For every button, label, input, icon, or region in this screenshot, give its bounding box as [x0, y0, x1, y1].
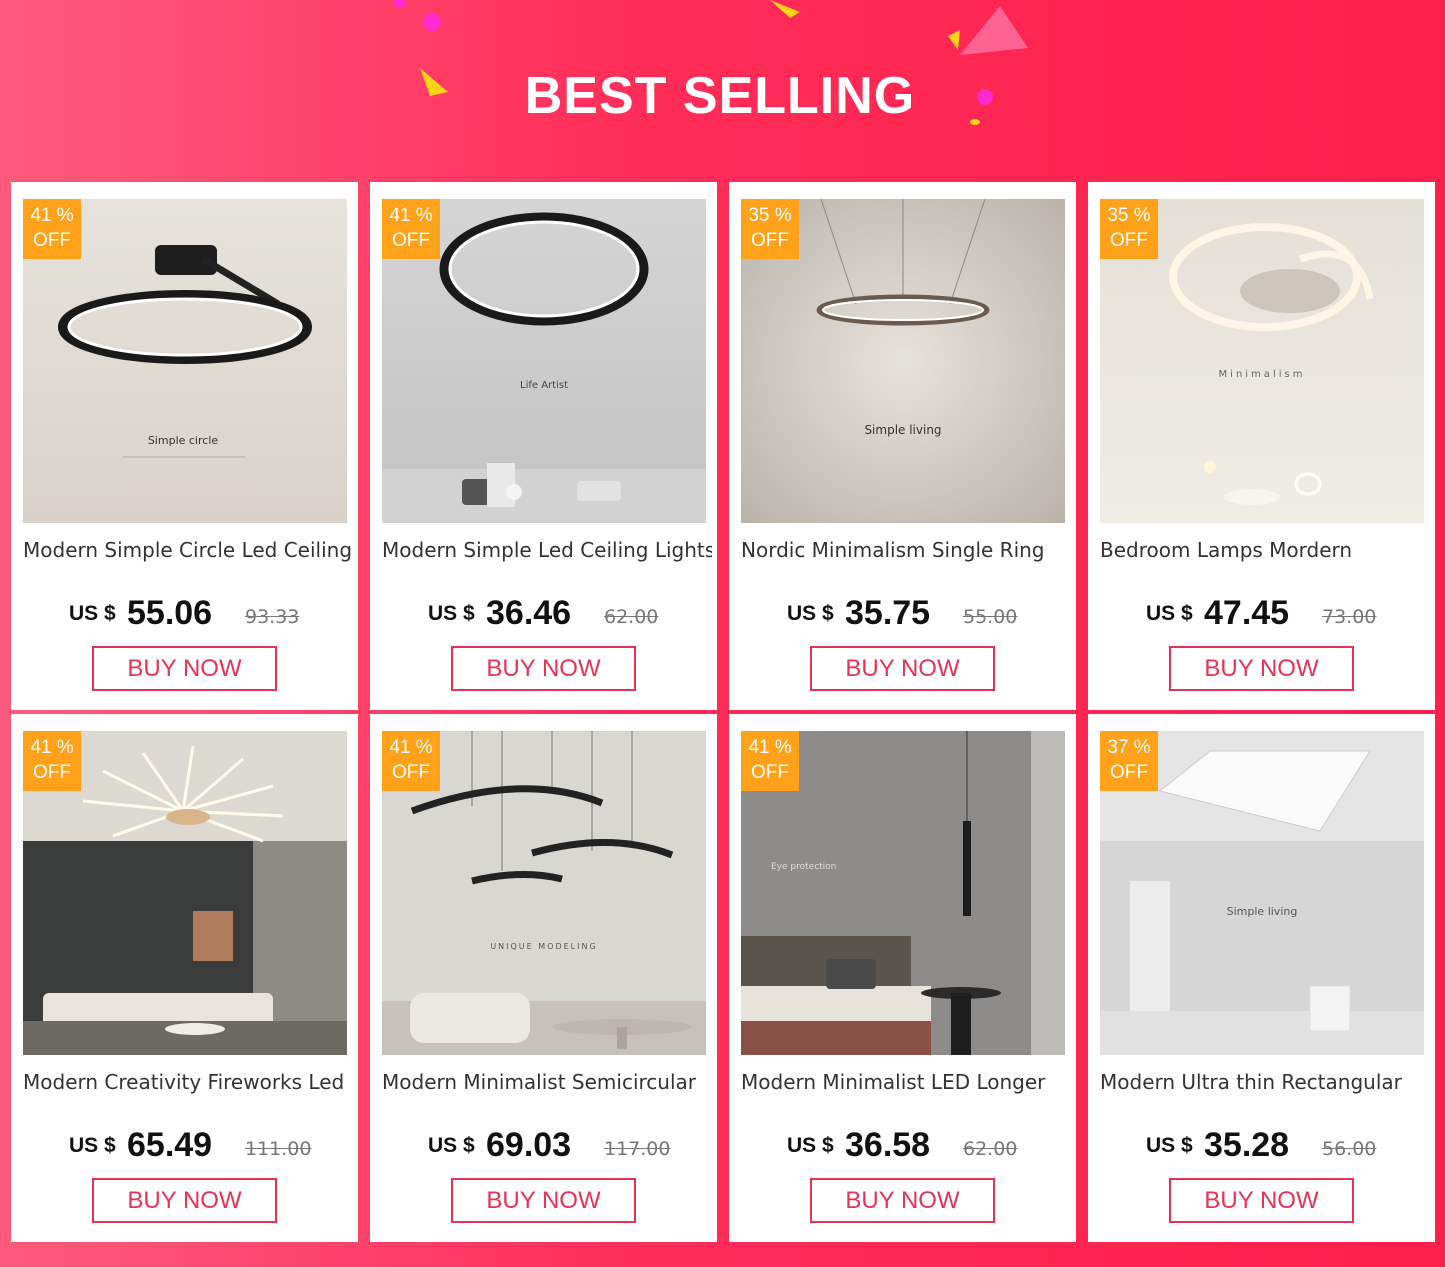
product-card[interactable]: Simple living 35 % OFF Nordic Minimalism … [729, 182, 1076, 710]
current-price: 65.49 [127, 1126, 213, 1164]
current-price: 35.75 [845, 594, 931, 632]
currency-label: US $ [69, 602, 116, 625]
price-row: US $ 55.06 93.33 [11, 594, 358, 634]
current-price: 47.45 [1204, 594, 1290, 632]
buy-now-button[interactable]: BUY NOW [1169, 646, 1354, 691]
product-name[interactable]: Modern Simple Led Ceiling Lights [382, 538, 712, 562]
discount-badge: 37 % OFF [1100, 731, 1158, 791]
image-caption: Simple circle [148, 434, 219, 447]
original-price: 62.00 [963, 1138, 1018, 1160]
currency-label: US $ [787, 602, 834, 625]
product-name[interactable]: Bedroom Lamps Mordern [1100, 538, 1430, 562]
product-card[interactable]: 41 % OFF Modern Creativity Fireworks Led … [11, 714, 358, 1242]
product-card[interactable]: Life Artist 41 % OFF Modern Simple Led Ce… [370, 182, 717, 710]
original-price: 62.00 [604, 606, 659, 628]
discount-badge: 41 % OFF [382, 199, 440, 259]
price-row: US $ 47.45 73.00 [1088, 594, 1435, 634]
buy-now-button[interactable]: BUY NOW [1169, 1178, 1354, 1223]
price-row: US $ 65.49 111.00 [11, 1126, 358, 1166]
product-card[interactable]: UNIQUE MODELING 41 % OFF Modern Minimalis… [370, 714, 717, 1242]
product-card[interactable]: Eye protection 41 % OFF Modern Minimalist… [729, 714, 1076, 1242]
price-row: US $ 35.75 55.00 [729, 594, 1076, 634]
discount-badge: 41 % OFF [382, 731, 440, 791]
current-price: 36.46 [486, 594, 572, 632]
product-name[interactable]: Modern Minimalist Semicircular [382, 1070, 712, 1094]
currency-label: US $ [428, 602, 475, 625]
product-name[interactable]: Nordic Minimalism Single Ring [741, 538, 1071, 562]
current-price: 69.03 [486, 1126, 572, 1164]
currency-label: US $ [428, 1134, 475, 1157]
image-caption: Life Artist [520, 380, 568, 391]
original-price: 55.00 [963, 606, 1018, 628]
original-price: 111.00 [245, 1138, 312, 1160]
discount-badge: 41 % OFF [23, 199, 81, 259]
original-price: 73.00 [1322, 606, 1377, 628]
price-row: US $ 36.58 62.00 [729, 1126, 1076, 1166]
product-name[interactable]: Modern Simple Circle Led Ceiling [23, 538, 353, 562]
price-row: US $ 35.28 56.00 [1088, 1126, 1435, 1166]
currency-label: US $ [1146, 602, 1193, 625]
product-card[interactable]: Simple living 37 % OFF Modern Ultra thin … [1088, 714, 1435, 1242]
currency-label: US $ [1146, 1134, 1193, 1157]
image-caption: Simple living [864, 423, 941, 437]
price-row: US $ 69.03 117.00 [370, 1126, 717, 1166]
product-name[interactable]: Modern Ultra thin Rectangular [1100, 1070, 1430, 1094]
discount-badge: 35 % OFF [741, 199, 799, 259]
product-name[interactable]: Modern Creativity Fireworks Led [23, 1070, 353, 1094]
original-price: 117.00 [604, 1138, 671, 1160]
banner-title: BEST SELLING [524, 67, 916, 125]
product-card[interactable]: Minimalism 35 % OFF Bedroom Lamps Mordern… [1088, 182, 1435, 710]
image-caption: Eye protection [771, 862, 836, 872]
buy-now-button[interactable]: BUY NOW [810, 1178, 995, 1223]
currency-label: US $ [69, 1134, 116, 1157]
buy-now-button[interactable]: BUY NOW [92, 646, 277, 691]
image-caption: UNIQUE MODELING [490, 942, 597, 951]
original-price: 56.00 [1322, 1138, 1377, 1160]
buy-now-button[interactable]: BUY NOW [810, 646, 995, 691]
image-caption: Simple living [1227, 905, 1298, 918]
banner: BEST SELLING [0, 0, 1445, 180]
current-price: 55.06 [127, 594, 213, 632]
buy-now-button[interactable]: BUY NOW [92, 1178, 277, 1223]
price-row: US $ 36.46 62.00 [370, 594, 717, 634]
image-caption: Minimalism [1219, 369, 1306, 380]
buy-now-button[interactable]: BUY NOW [451, 1178, 636, 1223]
discount-badge: 41 % OFF [741, 731, 799, 791]
discount-badge: 41 % OFF [23, 731, 81, 791]
original-price: 93.33 [245, 606, 300, 628]
current-price: 35.28 [1204, 1126, 1290, 1164]
discount-badge: 35 % OFF [1100, 199, 1158, 259]
buy-now-button[interactable]: BUY NOW [451, 646, 636, 691]
current-price: 36.58 [845, 1126, 931, 1164]
product-card[interactable]: Simple circle 41 % OFF Modern Simple Circ… [11, 182, 358, 710]
currency-label: US $ [787, 1134, 834, 1157]
product-name[interactable]: Modern Minimalist LED Longer [741, 1070, 1071, 1094]
